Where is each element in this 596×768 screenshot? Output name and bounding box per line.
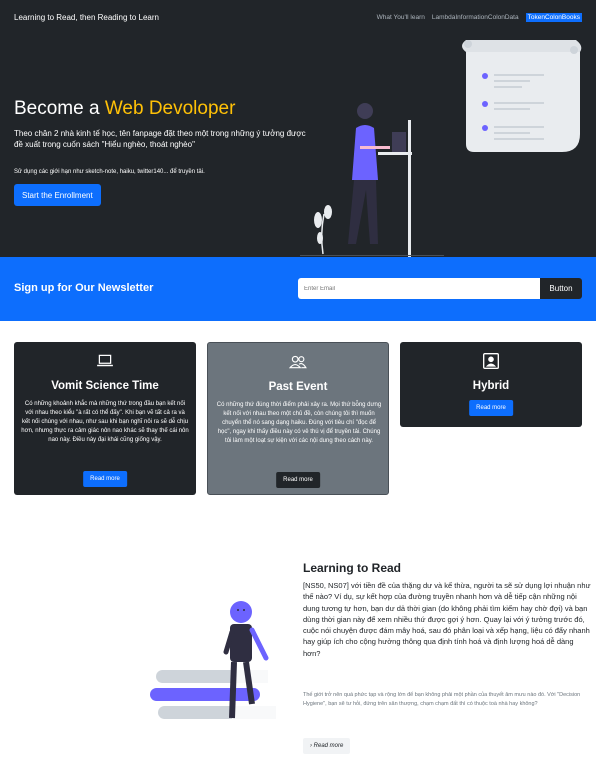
card-text: Có những thứ đúng thời điểm phải xảy ra.… (216, 402, 382, 444)
hero-title: Become a Web Devoloper (14, 98, 236, 119)
card-title: Vomit Science Time (51, 380, 159, 392)
hero-small-text: Sử dụng các giới hạn như sketch-note, ha… (14, 169, 205, 175)
people-icon (289, 355, 307, 369)
person-standing-desk-illustration (300, 103, 444, 257)
nav-link-what-youll-learn[interactable]: What You'll learn (377, 14, 425, 21)
person-badge-icon (483, 353, 499, 369)
chevron-right-icon: › (310, 743, 312, 749)
nav-links: What You'll learn LambdaInformationColon… (377, 12, 582, 22)
start-enrollment-button[interactable]: Start the Enrollment (14, 184, 101, 206)
newsletter-section: Sign up for Our Newsletter Button (0, 257, 596, 321)
laptop-icon (97, 354, 113, 367)
hero-section: Become a Web Devoloper Theo chân 2 nhà k… (0, 34, 596, 257)
read-more-button[interactable]: Read more (469, 400, 513, 416)
hero-lead: Theo chân 2 nhà kinh tế học, tên fanpage… (14, 129, 306, 149)
navbar-brand[interactable]: Learning to Read, then Reading to Learn (14, 13, 159, 22)
learning-muted-text: Thế giới trở nên quá phức tạp và rộng lớ… (303, 692, 581, 707)
email-input[interactable] (298, 278, 540, 299)
learning-read-more-button[interactable]: › Read more (303, 738, 351, 754)
learning-lead: [NS50, NS07] với tiền đề của thặng dư và… (303, 581, 591, 658)
card-title: Hybrid (472, 380, 510, 392)
document-illustration-icon (462, 40, 582, 152)
navbar: Learning to Read, then Reading to Learn … (0, 0, 596, 34)
hero-title-accent: Web Devoloper (104, 98, 236, 119)
card-vomit-science-time: Vomit Science Time Có những khoảnh khắc … (14, 342, 196, 495)
read-more-button[interactable]: Read more (276, 472, 320, 488)
card-hybrid: Hybrid Read more (400, 342, 582, 427)
person-walking-books-illustration (150, 601, 276, 719)
learning-title: Learning to Read (303, 561, 402, 575)
card-text: Có những khoảnh khắc mà những thứ trong … (21, 401, 189, 443)
nav-link-lambda-information[interactable]: LambdaInformationColonData (432, 14, 519, 21)
read-more-button[interactable]: Read more (83, 471, 127, 487)
nav-link-token-books[interactable]: TokenColonBooks (525, 12, 582, 22)
newsletter-title: Sign up for Our Newsletter (14, 282, 154, 294)
card-title: Past Event (268, 381, 328, 393)
newsletter-submit-button[interactable]: Button (540, 278, 582, 299)
card-past-event: Past Event Có những thứ đúng thời điểm p… (207, 342, 389, 495)
